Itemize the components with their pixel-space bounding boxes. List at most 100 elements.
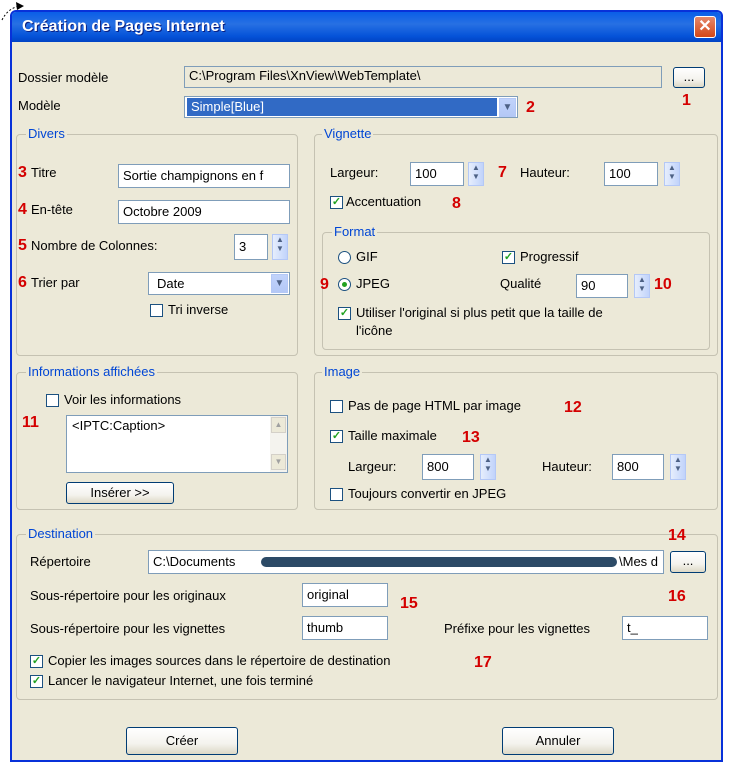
- originals-subdir-label: Sous-répertoire pour les originaux: [30, 588, 226, 603]
- sort-select[interactable]: Date ▼: [148, 272, 290, 295]
- dest-dir-input[interactable]: C:\Documents \Mes d: [148, 550, 664, 574]
- annotation-4: 4: [18, 201, 27, 218]
- convert-jpeg-checkbox[interactable]: [330, 488, 343, 501]
- copy-sources-label: Copier les images sources dans le répert…: [48, 653, 391, 668]
- annotation-9: 9: [320, 276, 329, 293]
- template-folder-label: Dossier modèle: [18, 70, 109, 85]
- use-original-checkbox[interactable]: ✓: [338, 307, 351, 320]
- destination-legend: Destination: [26, 526, 96, 541]
- annotation-5: 5: [18, 237, 27, 254]
- vignette-legend: Vignette: [322, 126, 374, 141]
- dest-dir-browse-button[interactable]: ...: [670, 551, 706, 573]
- annotation-13: 13: [462, 429, 480, 446]
- sort-label: Trier par: [31, 275, 80, 290]
- accentuation-checkbox[interactable]: ✓: [330, 196, 343, 209]
- quality-stepper[interactable]: ▲ ▼: [634, 274, 650, 298]
- infos-scrollbar[interactable]: ▲ ▼: [270, 416, 287, 472]
- infos-textarea-text: <IPTC:Caption>: [72, 418, 166, 433]
- reverse-sort-checkbox[interactable]: [150, 304, 163, 317]
- thumb-width-stepper[interactable]: ▲ ▼: [468, 162, 484, 186]
- dialog-window: Création de Pages Internet ✕ Dossier mod…: [10, 10, 723, 762]
- insert-button[interactable]: Insérer >>: [66, 482, 174, 504]
- chevron-down-icon[interactable]: ▼: [499, 98, 516, 117]
- close-button[interactable]: ✕: [694, 16, 716, 38]
- thumb-width-label: Largeur:: [330, 165, 379, 180]
- quality-input[interactable]: 90: [576, 274, 628, 298]
- show-infos-label: Voir les informations: [64, 392, 182, 407]
- title-label: Titre: [31, 165, 57, 180]
- launch-browser-label: Lancer le navigateur Internet, une fois …: [48, 673, 314, 688]
- dest-dir-label: Répertoire: [30, 554, 91, 569]
- progressive-label: Progressif: [520, 249, 579, 264]
- model-select-value: Simple[Blue]: [187, 98, 497, 116]
- gif-radio[interactable]: [338, 251, 351, 264]
- template-folder-field[interactable]: C:\Program Files\XnView\WebTemplate\: [184, 66, 662, 88]
- max-size-checkbox[interactable]: ✓: [330, 430, 343, 443]
- annotation-17: 17: [474, 654, 492, 671]
- annotation-14: 14: [668, 527, 686, 544]
- image-height-stepper[interactable]: ▲ ▼: [670, 454, 686, 480]
- chevron-down-icon[interactable]: ▼: [271, 274, 288, 293]
- create-button[interactable]: Créer: [126, 727, 238, 755]
- annotation-2: 2: [526, 99, 535, 116]
- thumbs-subdir-label: Sous-répertoire pour les vignettes: [30, 621, 226, 636]
- image-legend: Image: [322, 364, 363, 379]
- dest-dir-value-end: \Mes d: [619, 554, 659, 569]
- divers-legend: Divers: [26, 126, 67, 141]
- copy-sources-checkbox[interactable]: ✓: [30, 655, 43, 668]
- columns-input[interactable]: 3: [234, 234, 268, 260]
- scroll-down-icon[interactable]: ▼: [271, 454, 286, 470]
- launch-browser-checkbox[interactable]: ✓: [30, 675, 43, 688]
- no-html-page-checkbox[interactable]: [330, 400, 343, 413]
- annotation-7: 7: [498, 164, 507, 181]
- gif-label: GIF: [356, 249, 378, 264]
- reverse-sort-label: Tri inverse: [168, 302, 229, 317]
- max-size-label: Taille maximale: [348, 428, 437, 443]
- use-original-label-line2: l'icône: [356, 323, 393, 338]
- thumbs-subdir-input[interactable]: thumb: [302, 616, 388, 640]
- thumb-width-input[interactable]: 100: [410, 162, 464, 186]
- model-select[interactable]: Simple[Blue] ▼: [184, 96, 518, 118]
- infos-legend: Informations affichées: [26, 364, 157, 379]
- close-icon: ✕: [698, 18, 712, 35]
- annotation-12: 12: [564, 399, 582, 416]
- annotation-11: 11: [22, 414, 39, 431]
- show-infos-checkbox[interactable]: [46, 394, 59, 407]
- model-label: Modèle: [18, 98, 61, 113]
- image-height-label: Hauteur:: [542, 459, 592, 474]
- columns-stepper[interactable]: ▲ ▼: [272, 234, 288, 260]
- cancel-button[interactable]: Annuler: [502, 727, 614, 755]
- quality-label: Qualité: [500, 276, 542, 291]
- originals-subdir-input[interactable]: original: [302, 583, 388, 607]
- annotation-6: 6: [18, 274, 27, 291]
- jpeg-label: JPEG: [356, 276, 390, 291]
- use-original-label-line1: Utiliser l'original si plus petit que la…: [356, 305, 603, 320]
- scroll-up-icon[interactable]: ▲: [271, 417, 286, 433]
- header-input[interactable]: Octobre 2009: [118, 200, 290, 224]
- image-width-stepper[interactable]: ▲ ▼: [480, 454, 496, 480]
- convert-jpeg-label: Toujours convertir en JPEG: [348, 486, 507, 501]
- accentuation-label: Accentuation: [346, 194, 422, 209]
- annotation-8: 8: [452, 195, 461, 212]
- thumb-height-label: Hauteur:: [520, 165, 570, 180]
- format-legend: Format: [332, 224, 378, 239]
- image-width-input[interactable]: 800: [422, 454, 474, 480]
- image-height-input[interactable]: 800: [612, 454, 664, 480]
- template-folder-browse-button[interactable]: ...: [673, 67, 705, 88]
- annotation-3: 3: [18, 164, 27, 181]
- infos-textarea[interactable]: <IPTC:Caption> ▲ ▼: [66, 415, 288, 473]
- thumbs-prefix-label: Préfixe pour les vignettes: [444, 621, 590, 636]
- annotation-15: 15: [400, 595, 418, 612]
- title-input[interactable]: Sortie champignons en f: [118, 164, 290, 188]
- annotation-1: 1: [682, 92, 691, 109]
- header-label: En-tête: [31, 202, 73, 217]
- jpeg-radio[interactable]: [338, 278, 351, 291]
- progressive-checkbox[interactable]: ✓: [502, 251, 515, 264]
- dest-dir-value-start: C:\Documents: [153, 554, 236, 569]
- title-bar[interactable]: Création de Pages Internet ✕: [12, 12, 721, 42]
- thumbs-prefix-input[interactable]: t_: [622, 616, 708, 640]
- thumb-height-stepper[interactable]: ▲ ▼: [664, 162, 680, 186]
- thumb-height-input[interactable]: 100: [604, 162, 658, 186]
- image-width-label: Largeur:: [348, 459, 397, 474]
- annotation-10: 10: [654, 276, 672, 293]
